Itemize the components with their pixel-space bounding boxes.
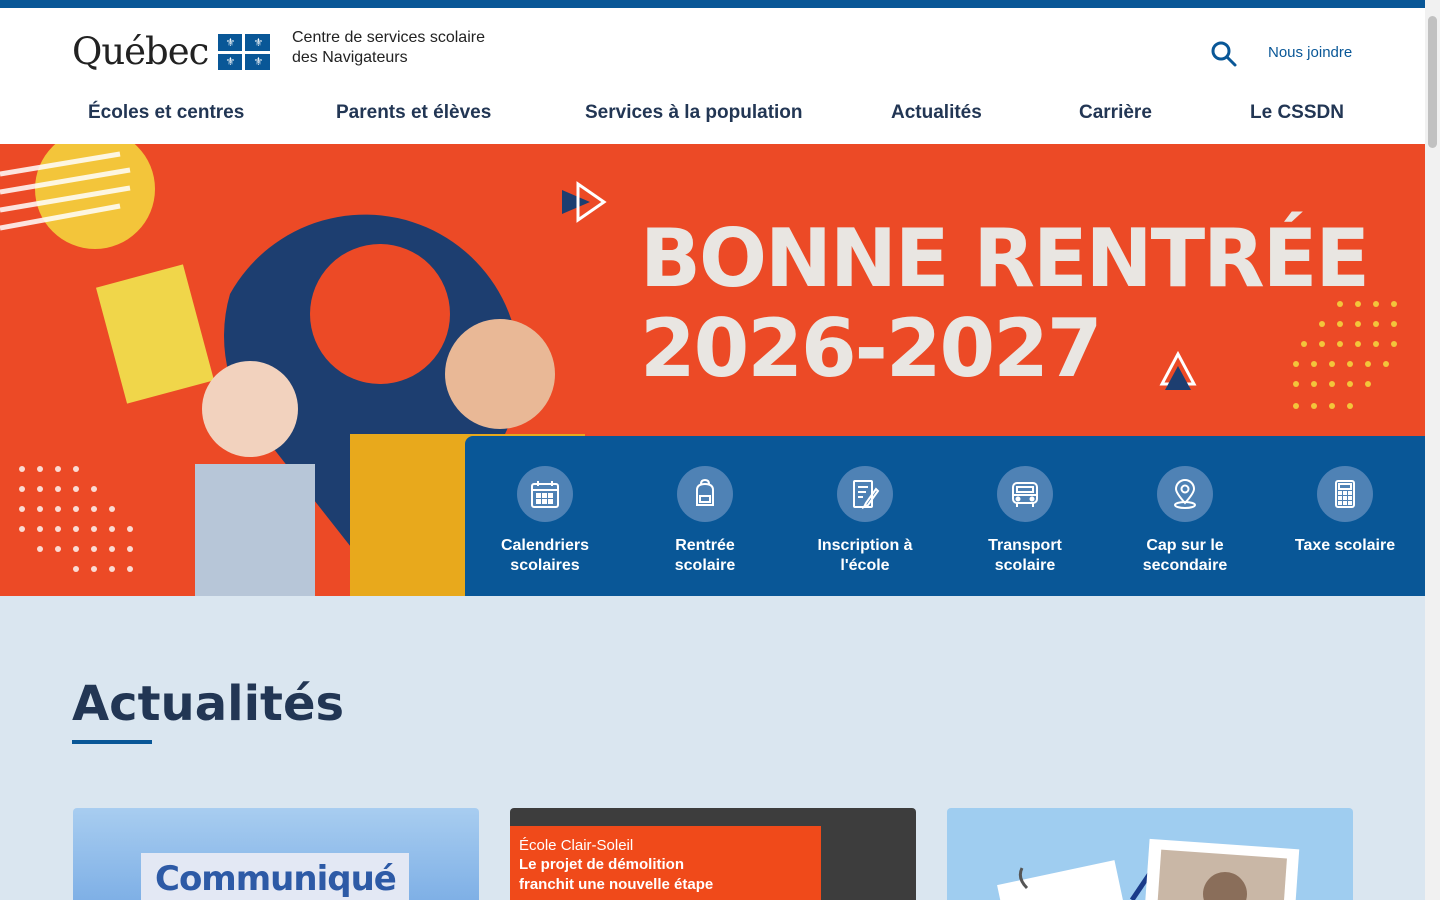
quick-link-rentree[interactable]: Rentrée scolaire [625, 466, 785, 576]
news-section: Actualités Communiqué École Clair-Soleil… [0, 596, 1425, 900]
search-icon[interactable] [1210, 40, 1238, 68]
logo-wordmark: Québec [72, 30, 209, 73]
quick-link-label: Taxe scolaire [1294, 537, 1396, 554]
main-nav: Écoles et centres Parents et élèves Serv… [0, 100, 1425, 144]
nav-item-services[interactable]: Services à la population [585, 102, 803, 124]
card-school: École Clair-Soleil [519, 837, 634, 854]
quick-link-cap-secondaire[interactable]: Cap sur le secondaire [1105, 466, 1265, 576]
scrollbar[interactable] [1425, 0, 1440, 900]
hero-line-2: 2026-2027 [640, 302, 1103, 395]
form-edit-icon [837, 466, 893, 522]
section-title: Actualités [72, 676, 345, 732]
card-headline: Communiqué [155, 859, 397, 899]
org-line-2: des Navigateurs [292, 49, 408, 66]
organization-name[interactable]: Centre de services scolaire des Navigate… [292, 28, 485, 68]
hero-line-1: BONNE RENTRÉE [640, 212, 1370, 305]
top-accent-bar [0, 0, 1425, 8]
news-card[interactable]: École Clair-Soleil Le projet de démoliti… [510, 808, 916, 900]
backpack-icon [677, 466, 733, 522]
org-line-1: Centre de services scolaire [292, 29, 485, 46]
contact-link[interactable]: Nous joindre [1268, 44, 1352, 61]
card-headline-1: Le projet de démolition [519, 856, 685, 873]
quick-link-label: Transport scolaire [988, 537, 1062, 574]
nav-item-ecoles[interactable]: Écoles et centres [88, 102, 244, 124]
calendar-icon [517, 466, 573, 522]
card-image: École Clair-Soleil Le projet de démoliti… [510, 826, 821, 900]
nav-item-actualites[interactable]: Actualités [891, 102, 982, 124]
site-header: Québec ⚜ ⚜ ⚜ ⚜ Centre de services scolai… [0, 8, 1425, 144]
card-image [997, 838, 1300, 900]
quick-link-transport[interactable]: Transport scolaire [945, 466, 1105, 576]
calculator-icon [1317, 466, 1373, 522]
map-pin-icon [1157, 466, 1213, 522]
quick-link-calendriers[interactable]: Calendriers scolaires [465, 466, 625, 576]
quebec-flag-icon: ⚜ ⚜ ⚜ ⚜ [218, 34, 271, 70]
nav-item-parents[interactable]: Parents et élèves [336, 102, 491, 124]
news-card[interactable] [947, 808, 1353, 900]
quick-link-label: Inscription à l'école [817, 537, 913, 574]
quick-link-label: Calendriers scolaires [500, 537, 590, 574]
nav-item-carriere[interactable]: Carrière [1079, 102, 1152, 124]
quick-link-label: Cap sur le secondaire [1142, 537, 1228, 574]
quick-links-panel: Calendriers scolaires Rentrée scolaire Ins… [465, 436, 1425, 596]
quick-link-inscription[interactable]: Inscription à l'école [785, 466, 945, 576]
quick-link-label: Rentrée scolaire [674, 537, 736, 574]
news-card[interactable]: Communiqué [73, 808, 479, 900]
card-headline-2: franchit une nouvelle étape [519, 876, 714, 893]
quick-link-taxe[interactable]: Taxe scolaire [1265, 466, 1425, 556]
quebec-logo[interactable]: Québec ⚜ ⚜ ⚜ ⚜ [72, 30, 271, 74]
hero-title: BONNE RENTRÉE 2026-2027 [640, 212, 1370, 395]
scrollbar-thumb[interactable] [1428, 16, 1437, 148]
nav-item-cssdn[interactable]: Le CSSDN [1250, 102, 1344, 124]
bus-icon [997, 466, 1053, 522]
card-image: Communiqué [141, 853, 409, 900]
title-underline [72, 740, 152, 744]
